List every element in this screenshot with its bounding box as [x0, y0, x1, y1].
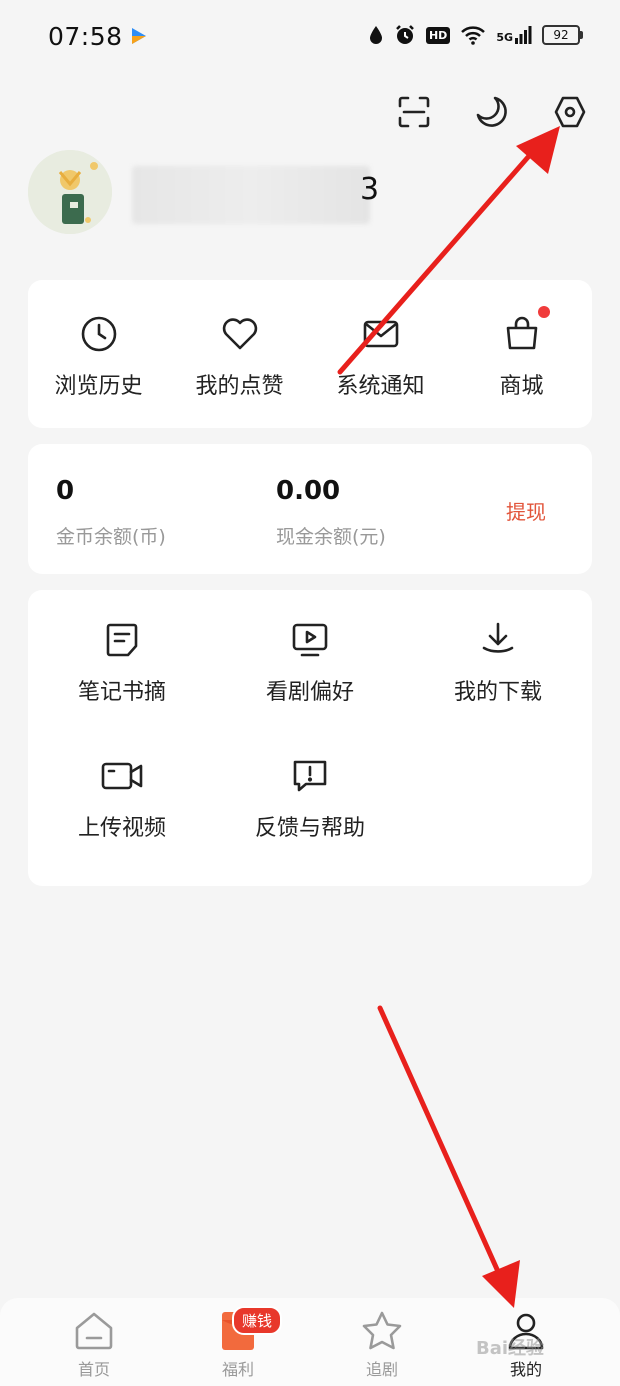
wifi-icon [461, 26, 486, 45]
tool-downloads[interactable]: 我的下载 [408, 620, 588, 706]
coins-label: 金币余额(币) [56, 526, 166, 548]
arrow-to-mine-tab [377, 1005, 520, 1308]
scan-icon[interactable] [394, 92, 434, 132]
moon-icon[interactable] [472, 92, 512, 132]
tab-welfare[interactable]: 赚钱 福利 [188, 1306, 288, 1380]
coins-value: 0 [56, 476, 75, 506]
star-icon [362, 1311, 402, 1350]
status-time: 07:58 [48, 22, 123, 51]
earn-money-badge: 赚钱 [232, 1306, 283, 1335]
tool-upload-video-label: 上传视频 [77, 816, 166, 841]
cell-signal-icon: 5G [496, 26, 532, 44]
tool-feedback[interactable]: 反馈与帮助 [220, 756, 400, 842]
notification-dot [538, 306, 550, 318]
download-icon [482, 622, 514, 653]
hd-icon: HD [425, 26, 451, 44]
tab-home-label: 首页 [77, 1360, 110, 1379]
quick-actions-card: 浏览历史 我的点赞 系统通知 商城 [28, 280, 592, 428]
profile-header[interactable]: 3 [28, 150, 592, 234]
feedback-icon [293, 760, 327, 792]
avatar[interactable] [28, 150, 112, 234]
tool-preferences[interactable]: 看剧偏好 [220, 620, 400, 706]
quick-mall-label: 商城 [499, 374, 544, 399]
alarm-icon [396, 25, 414, 44]
video-camera-icon [101, 762, 143, 790]
quick-notifications-label: 系统通知 [336, 374, 425, 399]
tv-icon [292, 623, 328, 657]
water-drop-icon [369, 26, 382, 44]
status-icons: HD 5G 92 [368, 24, 583, 46]
watermark: Bai经验 [476, 1338, 545, 1359]
username-redacted [132, 166, 370, 224]
network-type: 5G [496, 31, 513, 44]
quick-mall[interactable]: 商城 [451, 280, 592, 428]
quick-history-label: 浏览历史 [54, 374, 143, 399]
tool-preferences-label: 看剧偏好 [265, 680, 354, 705]
withdraw-button[interactable]: 提现 [506, 496, 546, 525]
quick-likes-label: 我的点赞 [195, 374, 284, 399]
heart-icon [222, 318, 257, 350]
settings-icon[interactable] [550, 92, 590, 132]
tab-following-label: 追剧 [365, 1360, 398, 1379]
top-actions [394, 92, 590, 132]
shopping-bag-icon [506, 316, 537, 350]
home-icon [75, 1312, 113, 1350]
tool-upload-video[interactable]: 上传视频 [32, 756, 212, 842]
wallet-card: 0 金币余额(币) 0.00 现金余额(元) 提现 [28, 444, 592, 574]
quick-history[interactable]: 浏览历史 [28, 280, 169, 428]
app-notification-icon [132, 28, 146, 44]
tab-home[interactable]: 首页 [44, 1310, 144, 1380]
note-icon [106, 623, 138, 657]
tool-feedback-label: 反馈与帮助 [254, 816, 365, 841]
tool-notes-label: 笔记书摘 [77, 680, 166, 705]
quick-notifications[interactable]: 系统通知 [310, 280, 451, 428]
clock-icon [81, 316, 116, 352]
tools-card: 笔记书摘 看剧偏好 我的下载 上传视频 反馈与帮助 [28, 590, 592, 886]
tool-downloads-label: 我的下载 [453, 680, 542, 705]
tab-welfare-label: 福利 [221, 1360, 254, 1379]
status-bar: 07:58 HD 5G 92 [0, 0, 620, 76]
tab-following[interactable]: 追剧 [332, 1310, 432, 1380]
cash-label: 现金余额(元) [276, 526, 386, 548]
battery-indicator: 92 [542, 25, 583, 45]
envelope-icon [363, 320, 398, 348]
tool-notes[interactable]: 笔记书摘 [32, 620, 212, 706]
username-suffix: 3 [360, 172, 380, 207]
cash-value: 0.00 [276, 476, 341, 506]
quick-likes[interactable]: 我的点赞 [169, 280, 310, 428]
